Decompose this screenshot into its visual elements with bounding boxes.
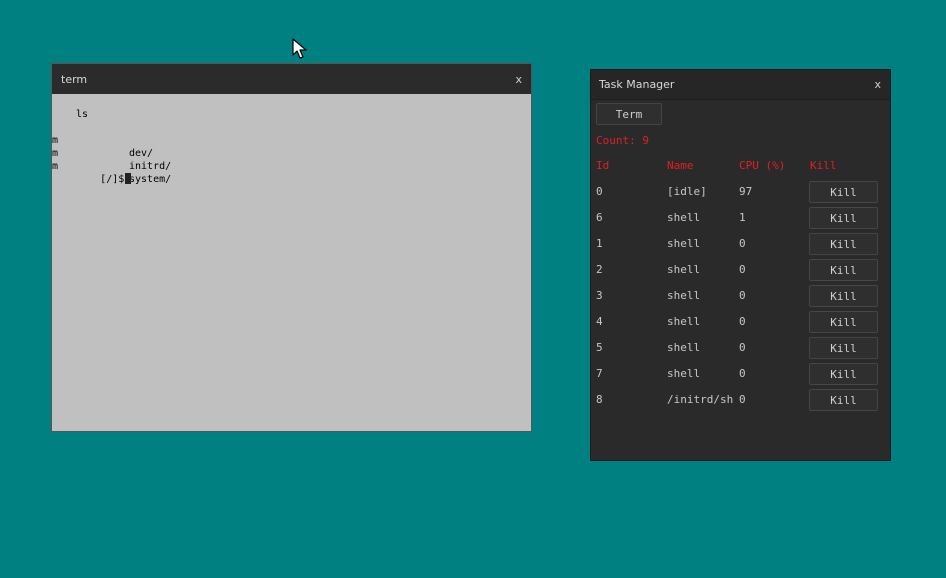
process-cpu: 0 — [739, 263, 746, 276]
process-id: 1 — [596, 237, 603, 250]
process-id: 4 — [596, 315, 603, 328]
process-table-header: Id Name CPU (%) Kill — [591, 153, 890, 179]
column-header-id: Id — [596, 159, 610, 172]
process-count: Count: 9 — [596, 134, 649, 147]
process-cpu: 0 — [739, 341, 746, 354]
process-row: 7 shell 0 Kill — [591, 361, 890, 387]
terminal-entry-name: system/ — [129, 174, 172, 185]
terminal-entry-name: initrd/ — [129, 161, 172, 172]
terminal-prompt: [/]$ — [100, 174, 125, 185]
terminal-prompt-line[interactable]: [/]$ — [52, 160, 132, 185]
terminal-window[interactable]: term x ls m dev/ m initrd/ m system/ [/]… — [51, 63, 532, 432]
kill-button[interactable]: Kill — [809, 285, 878, 307]
process-cpu: 97 — [739, 185, 753, 198]
process-id: 5 — [596, 341, 603, 354]
terminal-close-button[interactable]: x — [515, 73, 522, 86]
process-id: 6 — [596, 211, 603, 224]
kill-button[interactable]: Kill — [809, 233, 878, 255]
process-cpu: 0 — [739, 315, 746, 328]
process-row: 2 shell 0 Kill — [591, 257, 890, 283]
process-id: 2 — [596, 263, 603, 276]
terminal-caret — [125, 173, 132, 184]
process-id: 3 — [596, 289, 603, 302]
kill-button[interactable]: Kill — [809, 259, 878, 281]
process-name: shell — [667, 289, 701, 302]
terminal-command-line: ls — [76, 109, 89, 120]
process-name: shell — [667, 341, 701, 354]
column-header-kill: Kill — [810, 159, 837, 172]
process-row: 1 shell 0 Kill — [591, 231, 890, 257]
task-manager-window[interactable]: Task Manager x Term Count: 9 Id Name CPU… — [590, 69, 891, 461]
process-row: 8 /initrd/sh 0 Kill — [591, 387, 890, 413]
process-name: shell — [667, 367, 701, 380]
process-name: shell — [667, 237, 701, 250]
terminal-entry: m dev/ — [52, 121, 252, 159]
terminal-entry: m initrd/ — [52, 134, 252, 172]
process-cpu: 0 — [739, 237, 746, 250]
kill-button[interactable]: Kill — [809, 363, 878, 385]
kill-button[interactable]: Kill — [809, 337, 878, 359]
process-row: 4 shell 0 Kill — [591, 309, 890, 335]
terminal-title: term — [61, 72, 88, 86]
process-id: 7 — [596, 367, 603, 380]
task-manager-close-button[interactable]: x — [874, 78, 881, 91]
process-row: 3 shell 0 Kill — [591, 283, 890, 309]
process-id: 0 — [596, 185, 603, 198]
open-terminal-button[interactable]: Term — [596, 103, 662, 125]
task-manager-title: Task Manager — [599, 78, 675, 91]
kill-button[interactable]: Kill — [809, 207, 878, 229]
process-cpu: 0 — [739, 393, 746, 406]
kill-button[interactable]: Kill — [809, 389, 878, 411]
column-header-name: Name — [667, 159, 694, 172]
process-id: 8 — [596, 393, 603, 406]
process-name: /initrd/sh — [667, 393, 734, 406]
task-manager-titlebar[interactable]: Task Manager x — [591, 70, 890, 100]
terminal-entry: m system/ — [52, 147, 252, 185]
mouse-pointer-icon — [292, 38, 307, 59]
process-name: shell — [667, 263, 701, 276]
process-row: 0 [idle] 97 Kill — [591, 179, 890, 205]
process-cpu: 1 — [739, 211, 746, 224]
process-name: shell — [667, 211, 701, 224]
terminal-titlebar[interactable]: term x — [52, 64, 531, 94]
column-header-cpu: CPU (%) — [739, 159, 786, 172]
process-name: [idle] — [667, 185, 707, 198]
process-cpu: 0 — [739, 367, 746, 380]
desktop[interactable]: term x ls m dev/ m initrd/ m system/ [/]… — [0, 0, 946, 578]
process-name: shell — [667, 315, 701, 328]
terminal-output[interactable]: ls m dev/ m initrd/ m system/ [/]$ — [52, 94, 531, 431]
kill-button[interactable]: Kill — [809, 311, 878, 333]
process-row: 6 shell 1 Kill — [591, 205, 890, 231]
process-row: 5 shell 0 Kill — [591, 335, 890, 361]
process-cpu: 0 — [739, 289, 746, 302]
kill-button[interactable]: Kill — [809, 181, 878, 203]
